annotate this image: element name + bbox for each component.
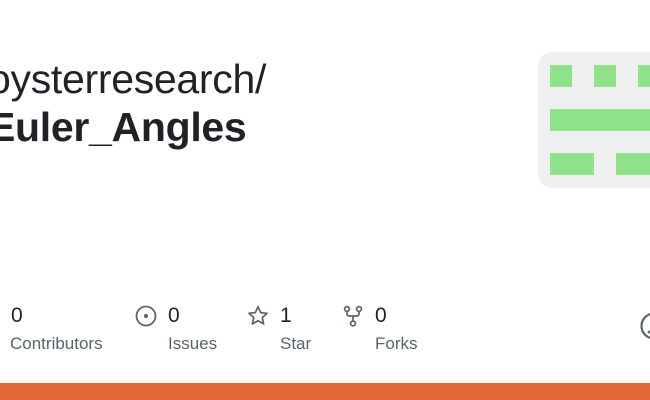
stat-issues[interactable]: 0 Issues [135,304,235,360]
forks-count: 0 [375,304,387,327]
stars-count: 1 [280,304,292,327]
identicon-block [594,65,616,87]
identicon-block [638,65,650,87]
contributors-label: Contributors [10,334,103,353]
issue-opened-icon [135,305,157,327]
issues-count: 0 [168,304,180,327]
identicon-block [550,65,572,87]
github-mark-icon [640,312,650,340]
repo-owner[interactable]: oysterresearch/ [0,56,266,103]
identicon-block [550,153,594,175]
language-color-bar [0,383,650,400]
issues-label: Issues [168,334,218,353]
stars-label: Star [280,334,312,353]
stat-stars[interactable]: 1 Star [247,304,327,360]
owner-identicon-avatar [538,52,650,188]
forks-label: Forks [375,334,418,353]
repo-name[interactable]: Euler_Angles [0,104,247,151]
identicon-block [550,109,650,131]
identicon-block [616,153,650,175]
repo-forked-icon [342,305,364,327]
repo-social-card: oysterresearch/ Euler_Angles 0 Contribut… [0,0,650,400]
contributors-count: 0 [11,304,23,327]
stat-forks[interactable]: 0 Forks [342,304,432,360]
stat-contributors[interactable]: 0 Contributors [10,304,120,360]
star-icon [247,305,269,327]
